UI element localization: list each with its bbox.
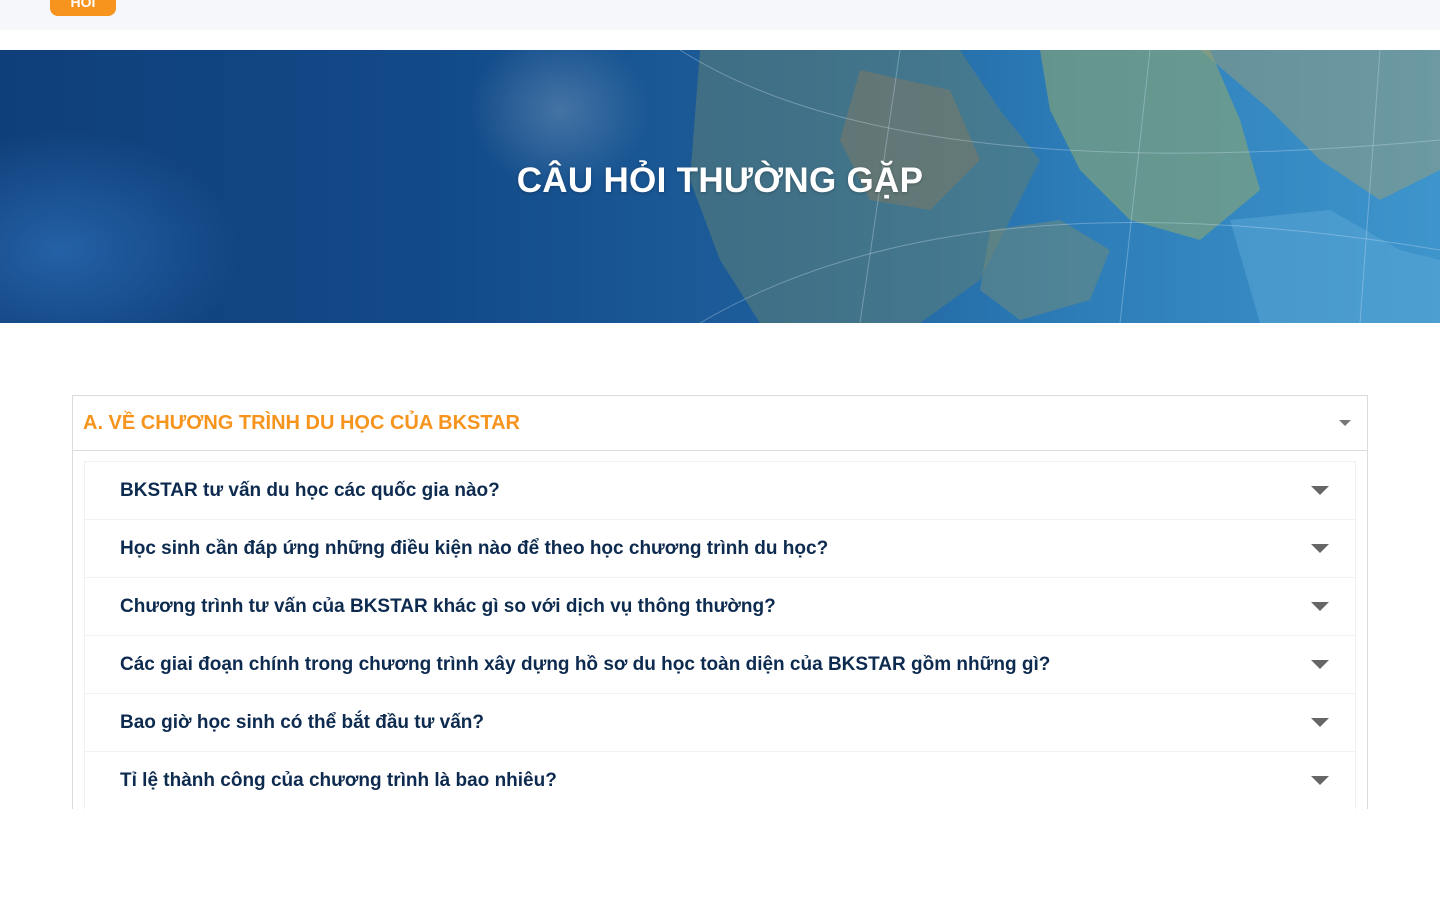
faq-section-title: A. VỀ CHƯƠNG TRÌNH DU HỌC CỦA BKSTAR [83, 411, 520, 434]
chevron-down-icon[interactable] [1311, 602, 1329, 611]
faq-item[interactable]: Tỉ lệ thành công của chương trình là bao… [85, 752, 1355, 809]
chevron-down-icon[interactable] [1311, 776, 1329, 785]
faq-item[interactable]: Các giai đoạn chính trong chương trình x… [85, 636, 1355, 693]
faq-question: Chương trình tư vấn của BKSTAR khác gì s… [120, 595, 776, 617]
top-nav-button[interactable]: HỎI [50, 0, 116, 16]
chevron-down-icon[interactable] [1339, 420, 1351, 426]
faq-list: BKSTAR tư vấn du học các quốc gia nào? H… [85, 462, 1355, 809]
faq-section: A. VỀ CHƯƠNG TRÌNH DU HỌC CỦA BKSTAR BKS… [72, 395, 1368, 809]
faq-question: Bao giờ học sinh có thể bắt đầu tư vấn? [120, 711, 485, 733]
faq-item[interactable]: BKSTAR tư vấn du học các quốc gia nào? [85, 462, 1355, 519]
chevron-down-icon[interactable] [1311, 544, 1329, 553]
faq-item[interactable]: Bao giờ học sinh có thể bắt đầu tư vấn? [85, 694, 1355, 751]
faq-section-header[interactable]: A. VỀ CHƯƠNG TRÌNH DU HỌC CỦA BKSTAR [73, 396, 1367, 451]
top-bar: HỎI [0, 0, 1440, 30]
chevron-down-icon[interactable] [1311, 660, 1329, 669]
chevron-down-icon[interactable] [1311, 718, 1329, 727]
faq-item[interactable]: Học sinh cần đáp ứng những điều kiện nào… [85, 520, 1355, 577]
hero-banner: CÂU HỎI THƯỜNG GẶP [0, 50, 1440, 323]
faq-question: Các giai đoạn chính trong chương trình x… [120, 653, 1051, 675]
faq-question: BKSTAR tư vấn du học các quốc gia nào? [120, 479, 500, 501]
faq-item[interactable]: Chương trình tư vấn của BKSTAR khác gì s… [85, 578, 1355, 635]
page-title: CÂU HỎI THƯỜNG GẶP [516, 160, 924, 200]
faq-question: Tỉ lệ thành công của chương trình là bao… [120, 769, 557, 791]
chevron-down-icon[interactable] [1311, 486, 1329, 495]
faq-question: Học sinh cần đáp ứng những điều kiện nào… [120, 537, 829, 559]
